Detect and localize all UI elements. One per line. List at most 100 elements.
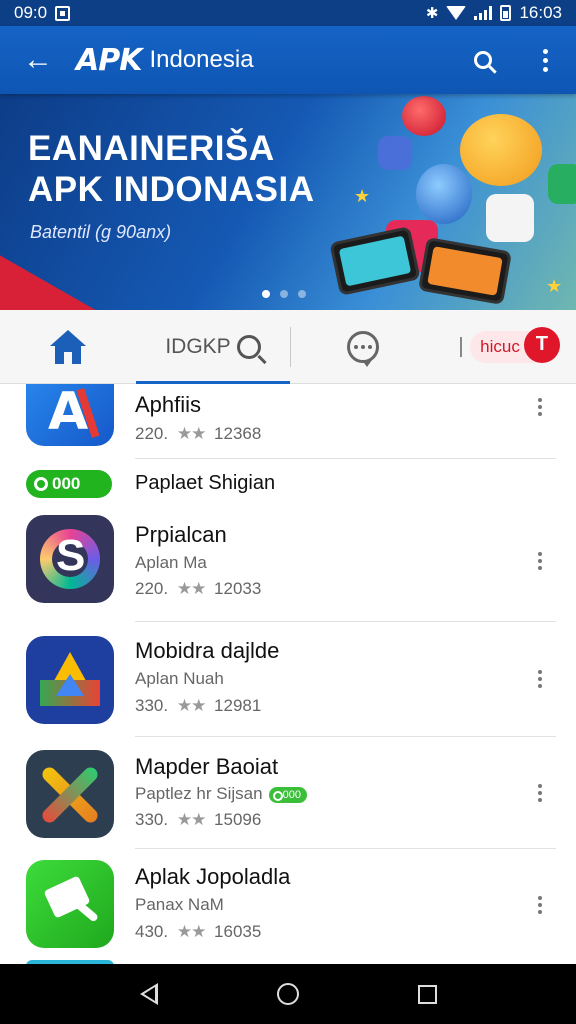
app-size: 12368 [214, 424, 262, 443]
app-developer: Aplan Ma [135, 553, 207, 572]
app-size: 15096 [214, 810, 262, 829]
pager-dot[interactable] [298, 290, 306, 298]
banner-title: EANAINERIŠA APK INDONASIA [28, 128, 315, 210]
green-hammer-app-icon [26, 860, 114, 948]
rating-stars: ★★ [176, 810, 207, 829]
app-downloads: 330. [135, 810, 169, 829]
kebab-menu-icon [542, 48, 548, 72]
app-bar: ← APK Indonesia [0, 26, 576, 94]
rating-stars: ★★ [176, 579, 207, 598]
list-item[interactable]: Mapder Baoiat Paptlez hr Sijsan 000 330. … [0, 736, 576, 849]
app-meta: 220. ★★ 12368 [135, 424, 261, 444]
pager-dot[interactable] [262, 290, 270, 298]
tab-chat[interactable] [291, 310, 435, 384]
row-more-button[interactable] [536, 670, 544, 688]
list-item[interactable]: S Prpialcan Aplan Ma 220. ★★ 12033 [0, 510, 576, 622]
app-list[interactable]: A Aphfiis 220. ★★ 12368 000 Paplaet Shig… [0, 384, 576, 964]
list-item[interactable]: A Aphfiis 220. ★★ 12368 [0, 384, 576, 460]
phone-icon [417, 236, 513, 306]
app-developer: Panax NaM [135, 895, 224, 914]
app-logo: APK [76, 42, 142, 78]
red-emoji-icon [402, 96, 446, 136]
app-downloads: 220. [135, 579, 169, 598]
row-more-button[interactable] [536, 896, 544, 914]
small-purple-app-icon [378, 136, 412, 170]
row-more-button[interactable] [536, 784, 544, 802]
tab-separator [460, 336, 463, 357]
status-time-left: 09:0 [14, 3, 48, 22]
search-button[interactable] [452, 26, 514, 94]
banner-illustration: ★ ★ [329, 94, 576, 310]
section-badge: 000 [26, 470, 112, 498]
blue-emoji-icon [416, 164, 472, 224]
pager-dot[interactable] [280, 290, 288, 298]
app-name: Prpialcan [135, 522, 227, 547]
tab-search[interactable]: IDGKP [136, 310, 290, 384]
nav-home-icon[interactable] [276, 983, 299, 1005]
row-more-button[interactable] [536, 398, 544, 416]
bluetooth-icon: ✱ [425, 5, 439, 22]
app-name: Aphfiis [135, 392, 202, 417]
status-left: 09:0 [14, 3, 71, 23]
battery-icon [500, 5, 512, 21]
row-more-button[interactable] [536, 552, 544, 570]
banner-title-line-1: EANAINERIŠA [28, 129, 275, 168]
rating-stars: ★★ [176, 424, 207, 443]
app-name: Aplak Jopoladla [135, 864, 291, 889]
phone-icon [329, 226, 421, 296]
rating-stars: ★★ [176, 696, 207, 715]
app-size: 12033 [214, 579, 262, 598]
app-downloads: 430. [135, 922, 169, 941]
status-right: ✱ 16:03 [426, 3, 562, 23]
home-icon [50, 329, 86, 364]
banner-pager [262, 290, 306, 298]
promo-banner[interactable]: EANAINERIŠA APK INDONASIA Batentil (g 90… [0, 94, 576, 310]
wifi-icon [446, 6, 467, 20]
tab-hot[interactable]: hicuc T [435, 310, 575, 384]
search-icon [474, 51, 492, 69]
hot-badge: hicuc T [470, 326, 560, 363]
app-meta: 430. ★★ 16035 [135, 922, 261, 942]
green-app-icon [548, 164, 576, 204]
hot-bubble-icon: T [523, 326, 560, 363]
letter-a-app-icon: A [26, 384, 114, 446]
notification-icon [55, 5, 71, 21]
app-downloads: 330. [135, 696, 169, 715]
star-icon: ★ [546, 276, 563, 296]
triangle-drive-app-icon [26, 636, 114, 724]
signal-icon [474, 6, 493, 20]
app-downloads: 220. [135, 424, 169, 443]
app-developer-name: Paptlez hr Sijsan [135, 784, 263, 803]
cube-app-icon [486, 194, 534, 242]
app-name: Mapder Baoiat [135, 754, 279, 779]
app-title: Indonesia [149, 46, 254, 73]
list-item[interactable]: Mobidra dajlde Aplan Nuah 330. ★★ 12981 [0, 622, 576, 737]
arrow-left-icon: ← [23, 43, 53, 76]
app-size: 16035 [214, 922, 262, 941]
swirl-s-app-icon: S [26, 515, 114, 603]
banner-red-accent [0, 244, 120, 310]
back-button[interactable]: ← [0, 26, 76, 94]
app-developer: Paptlez hr Sijsan 000 [135, 784, 307, 804]
app-name: Mobidra dajlde [135, 638, 280, 663]
tab-search-label: IDGKP [165, 334, 231, 358]
app-meta: 330. ★★ 15096 [135, 810, 261, 830]
list-item[interactable]: Aplak Jopoladla Panax NaM 430. ★★ 16035 [0, 848, 576, 964]
crossed-tools-app-icon [26, 750, 114, 838]
tab-home[interactable] [0, 310, 136, 384]
nav-recents-icon[interactable] [417, 984, 437, 1004]
banner-title-line-2: APK INDONASIA [28, 170, 315, 209]
nav-back-icon[interactable] [139, 983, 158, 1005]
star-icon: ★ [354, 186, 371, 206]
more-options-button[interactable] [514, 26, 576, 94]
app-developer: Aplan Nuah [135, 669, 224, 688]
app-meta: 220. ★★ 12033 [135, 579, 261, 599]
search-icon [236, 334, 261, 359]
divider [135, 458, 556, 459]
rating-stars: ★★ [176, 922, 207, 941]
app-size: 12981 [214, 696, 262, 715]
status-time-right: 16:03 [519, 3, 562, 22]
badge-ring-icon [34, 477, 48, 491]
chat-bubble-icon [347, 330, 379, 367]
section-badge-label: 000 [52, 474, 81, 493]
